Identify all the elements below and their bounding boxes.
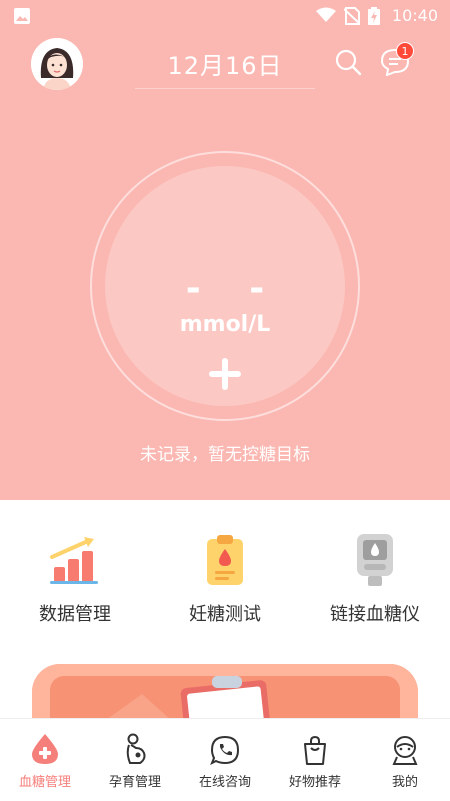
bottom-tab-bar: 血糖管理 孕育管理 在线咨询 好物推荐 我的	[0, 718, 450, 801]
tab-label: 血糖管理	[18, 775, 71, 790]
shopping-bag-icon	[270, 719, 360, 765]
no-record-message: 未记录，暂无控糖目标	[140, 445, 310, 465]
tab-product-picks[interactable]: 好物推荐	[270, 719, 360, 790]
search-icon[interactable]	[334, 48, 362, 80]
tab-profile[interactable]: 我的	[360, 719, 450, 790]
glucose-value: - -	[185, 268, 283, 309]
tab-label: 孕育管理	[108, 775, 161, 790]
tab-label: 在线咨询	[198, 775, 251, 790]
profile-icon	[360, 719, 450, 765]
menu-item-pregnancy-test[interactable]: 妊糖测试	[150, 530, 300, 626]
menu-label: 妊糖测试	[189, 604, 261, 625]
avatar[interactable]	[31, 38, 83, 90]
pregnancy-icon	[90, 719, 180, 765]
menu-item-data-management[interactable]: 数据管理	[0, 530, 150, 626]
image-notification-icon	[14, 8, 30, 28]
wifi-icon	[316, 7, 336, 29]
tab-online-consult[interactable]: 在线咨询	[180, 719, 270, 790]
quick-menu: 数据管理 妊糖测试 链接血糖仪	[0, 530, 450, 640]
status-bar: 10:40	[0, 0, 450, 32]
notification-badge: 1	[396, 42, 414, 60]
chat-phone-icon	[180, 719, 270, 765]
no-signal-icon	[343, 7, 361, 29]
blood-drop-plus-icon	[0, 719, 90, 765]
clipboard-drop-icon	[150, 530, 300, 590]
bar-chart-icon	[0, 530, 150, 590]
date-underline	[135, 88, 315, 89]
tab-label: 我的	[391, 775, 418, 790]
menu-item-link-meter[interactable]: 链接血糖仪	[300, 530, 450, 626]
tab-label: 好物推荐	[288, 775, 341, 790]
date-title[interactable]: 12月16日	[135, 46, 315, 81]
tab-glucose-management[interactable]: 血糖管理	[0, 719, 90, 790]
menu-label: 链接血糖仪	[330, 604, 420, 625]
tab-pregnancy-management[interactable]: 孕育管理	[90, 719, 180, 790]
glucose-meter-icon	[300, 530, 450, 590]
glucose-unit: mmol/L	[179, 312, 271, 337]
add-record-icon[interactable]	[208, 357, 242, 395]
battery-charging-icon	[368, 7, 380, 29]
menu-label: 数据管理	[39, 604, 111, 625]
status-time: 10:40	[391, 6, 438, 25]
